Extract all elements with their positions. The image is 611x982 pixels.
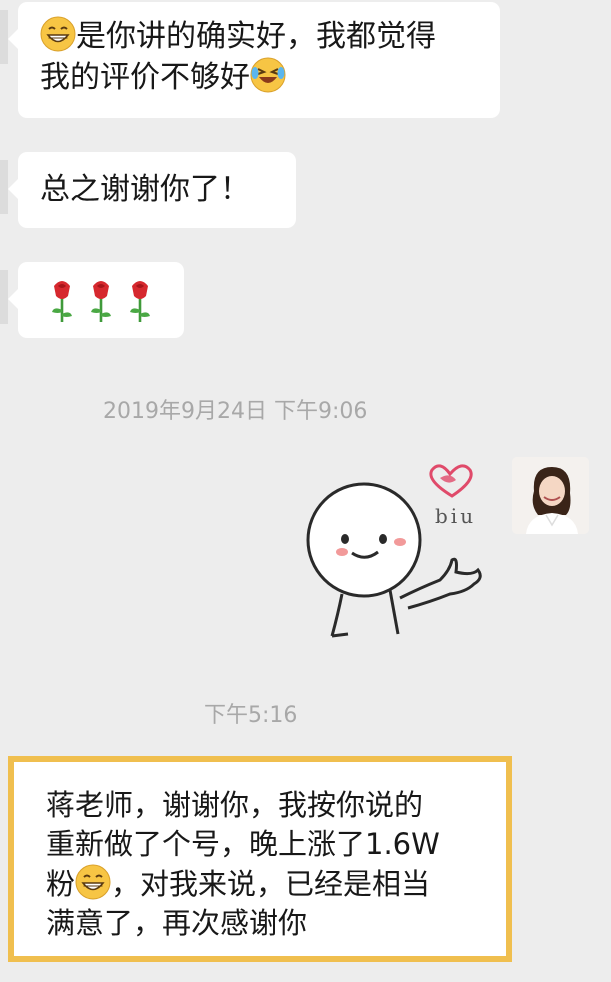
message-line: 蒋老师，谢谢你，我按你说的 xyxy=(46,788,424,822)
message-line: 粉 xyxy=(46,867,76,901)
grinning-face-icon xyxy=(40,16,76,52)
rose-icon xyxy=(91,281,111,322)
sender-avatar[interactable] xyxy=(0,160,8,214)
message-line: 满意了，再次感谢你 xyxy=(46,906,308,940)
user-avatar[interactable] xyxy=(512,457,589,534)
message-line: ，对我来说，已经是相当 xyxy=(111,867,431,901)
timestamp: 下午5:16 xyxy=(204,703,298,728)
avatar-portrait-image xyxy=(512,457,589,534)
timestamp: 2019年9月24日 下午9:06 xyxy=(103,399,368,424)
rose-icon xyxy=(52,281,72,322)
sticker-message[interactable]: biu xyxy=(290,448,500,644)
grinning-face-icon xyxy=(75,864,111,900)
heart-icon xyxy=(429,464,473,498)
highlighted-message-text: 蒋老师，谢谢你，我按你说的 重新做了个号，晚上涨了1.6W 粉 ，对我来说，已经… xyxy=(46,786,496,943)
message-bubble[interactable] xyxy=(8,262,184,338)
highlighted-message[interactable]: 蒋老师，谢谢你，我按你说的 重新做了个号，晚上涨了1.6W 粉 ，对我来说，已经… xyxy=(8,756,512,962)
message-text: 总之谢谢你了！ xyxy=(40,172,250,207)
sender-avatar[interactable] xyxy=(0,270,8,324)
message-text: 我的评价不够好 xyxy=(40,60,250,95)
sticker-image xyxy=(306,464,482,638)
rose-icon xyxy=(130,281,150,322)
sticker-caption: biu xyxy=(435,504,477,528)
message-bubble[interactable]: 是你讲的确实好，我都觉得 我的评价不够好 xyxy=(8,2,500,118)
sender-avatar[interactable] xyxy=(0,10,8,64)
message-line: 重新做了个号，晚上涨了1.6W xyxy=(46,827,440,861)
message-bubble[interactable]: 总之谢谢你了！ xyxy=(8,152,296,228)
laughing-crying-face-icon xyxy=(250,57,286,93)
message-text: 是你讲的确实好，我都觉得 xyxy=(76,19,436,54)
rose-emojis xyxy=(52,281,150,322)
